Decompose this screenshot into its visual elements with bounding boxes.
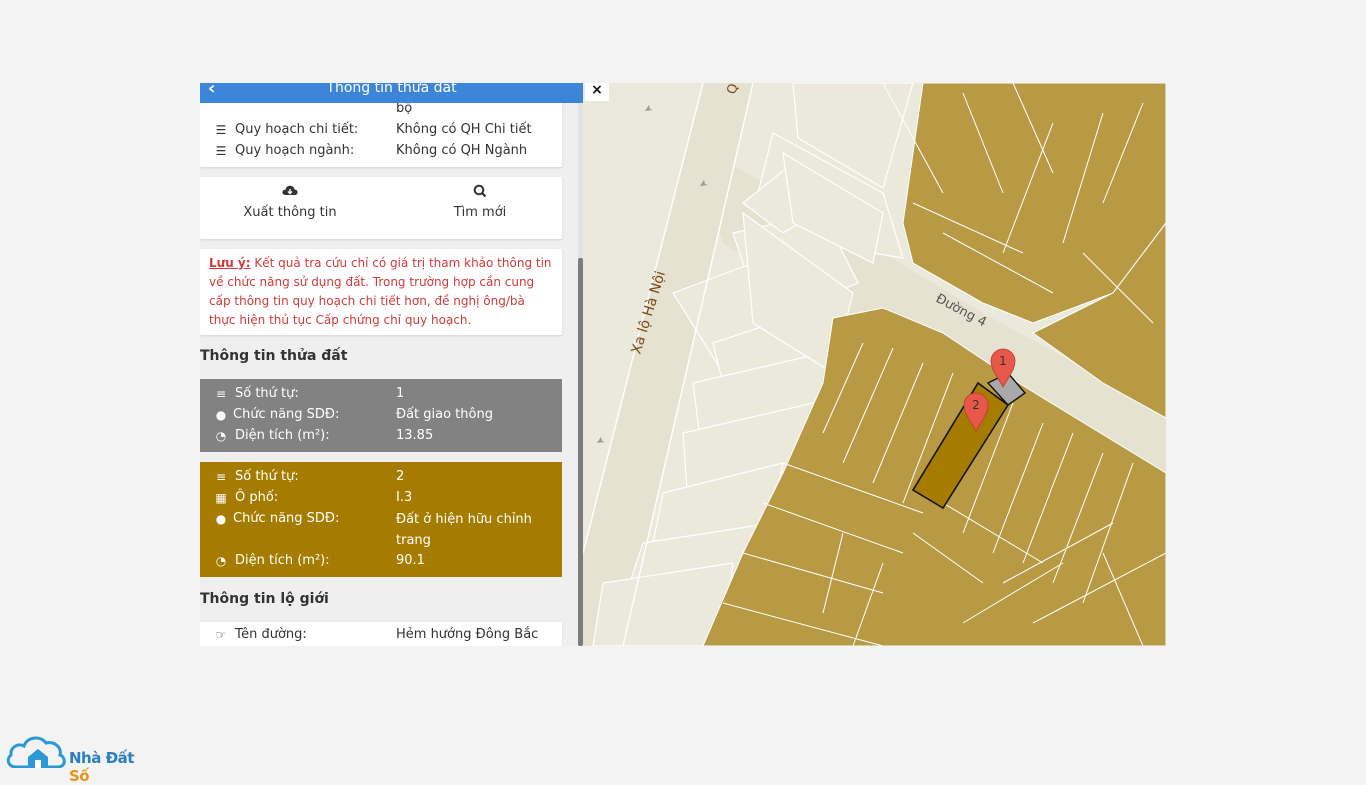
boundary-street-value: Hẻm hướng Đông Bắc	[396, 627, 539, 642]
brand-logo: Nhà Đất Số	[6, 733, 156, 785]
boundary-street-row: ☞ Tên đường: Hẻm hướng Đông Bắc	[200, 625, 562, 645]
parcel-1-area-row: ◔ Diện tích (m²): 13.85	[200, 426, 562, 446]
export-label: Xuất thông tin	[243, 205, 337, 220]
planning-sector-label: Quy hoạch ngành:	[235, 143, 355, 158]
parcel-2-area-row: ◔ Diện tích (m²): 90.1	[200, 551, 562, 571]
parcel-1-function-label: Chức năng SDĐ:	[233, 407, 340, 422]
boundary-section-title: Thông tin lộ giới	[200, 591, 329, 607]
map-canvas[interactable]: 1 2 Xa lộ Hà Nội Đường 4 Q	[582, 83, 1166, 646]
numbered-list-icon: ≡	[215, 387, 227, 401]
parcel-1-order-row: ≡ Số thứ tự: 1	[200, 384, 562, 404]
boundary-street-label: Tên đường:	[235, 627, 307, 642]
planning-sector-value: Không có QH Ngành	[396, 143, 528, 158]
globe-icon: ●	[215, 512, 227, 526]
parcel-2-block-row: ▦ Ô phố: I.3	[200, 488, 562, 508]
disclaimer-note: Lưu ý: Kết quả tra cứu chỉ có giá trị th…	[200, 249, 562, 335]
export-button[interactable]: Xuất thông tin	[200, 183, 380, 220]
parcel-2-order-row: ≡ Số thứ tự: 2	[200, 467, 562, 487]
parcel-1-order-value: 1	[396, 386, 405, 401]
boundary-card: ☞ Tên đường: Hẻm hướng Đông Bắc	[200, 622, 562, 646]
marker-1-label: 1	[999, 354, 1007, 368]
planning-sector-row: ☰ Quy hoạch ngành: Không có QH Ngành	[200, 141, 562, 161]
parcel-2-area-value: 90.1	[396, 553, 425, 568]
panel-title: Thông tin thửa đất	[326, 83, 457, 96]
new-search-button[interactable]: Tìm mới	[390, 183, 570, 220]
numbered-list-icon: ≡	[215, 470, 227, 484]
globe-icon: ●	[215, 408, 227, 422]
note-text: Kết quả tra cứu chỉ có giá trị tham khảo…	[209, 256, 552, 327]
brand-name: Nhà Đất Số	[69, 749, 156, 785]
list-icon: ☰	[215, 144, 227, 158]
parcel-2-order-label: Số thứ tự:	[235, 469, 299, 484]
app-window: bộ ☰ Quy hoạch chi tiết: Không có QH Chi…	[200, 83, 1166, 646]
parcel-2-function-value: Đất ở hiện hữu chỉnh trang	[396, 512, 532, 548]
pie-chart-icon: ◔	[215, 554, 227, 568]
map-view[interactable]: 1 2 Xa lộ Hà Nội Đường 4 Q	[582, 83, 1166, 646]
parcel-1-order-label: Số thứ tự:	[235, 386, 299, 401]
brand-name-part2: Số	[69, 767, 90, 785]
parcel-2-order-value: 2	[396, 469, 405, 484]
close-button[interactable]: ×	[585, 83, 609, 101]
parcel-card-2[interactable]: ≡ Số thứ tự: 2 ▦ Ô phố: I.3 ● Chức năng …	[200, 462, 562, 577]
search-icon	[390, 183, 570, 205]
parcel-2-function-label: Chức năng SDĐ:	[233, 511, 340, 526]
parcel-1-function-row: ● Chức năng SDĐ: Đất giao thông	[200, 405, 562, 425]
parcel-1-function-value: Đất giao thông	[396, 407, 493, 422]
brand-name-part1: Nhà Đất	[69, 749, 134, 767]
cloud-download-icon	[200, 183, 380, 205]
parcel-2-block-label: Ô phố:	[235, 490, 279, 505]
planning-detail-value: Không có QH Chi tiết	[396, 122, 532, 137]
panel-header: ‹ Thông tin thửa đất	[200, 83, 583, 103]
grid-icon: ▦	[215, 491, 227, 505]
parcel-2-block-value: I.3	[396, 490, 413, 505]
list-icon: ☰	[215, 123, 227, 137]
actions-card: Xuất thông tin Tìm mới	[200, 177, 562, 239]
house-cloud-icon	[6, 736, 66, 768]
parcel-section-title: Thông tin thửa đất	[200, 348, 348, 364]
note-prefix: Lưu ý:	[209, 256, 251, 270]
new-search-label: Tìm mới	[453, 205, 507, 220]
marker-2-label: 2	[972, 398, 980, 412]
parcel-2-area-label: Diện tích (m²):	[235, 553, 330, 568]
pie-chart-icon: ◔	[215, 429, 227, 443]
planning-detail-row: ☰ Quy hoạch chi tiết: Không có QH Chi ti…	[200, 120, 562, 140]
parcel-1-area-value: 13.85	[396, 428, 434, 443]
info-panel: bộ ☰ Quy hoạch chi tiết: Không có QH Chi…	[200, 83, 583, 646]
parcel-card-1[interactable]: ≡ Số thứ tự: 1 ● Chức năng SDĐ: Đất giao…	[200, 379, 562, 452]
parcel-2-function-row: ● Chức năng SDĐ: Đất ở hiện hữu chỉnh tr…	[200, 509, 562, 548]
planning-detail-label: Quy hoạch chi tiết:	[235, 122, 359, 137]
parcel-1-area-label: Diện tích (m²):	[235, 428, 330, 443]
pointing-hand-icon: ☞	[215, 628, 227, 642]
